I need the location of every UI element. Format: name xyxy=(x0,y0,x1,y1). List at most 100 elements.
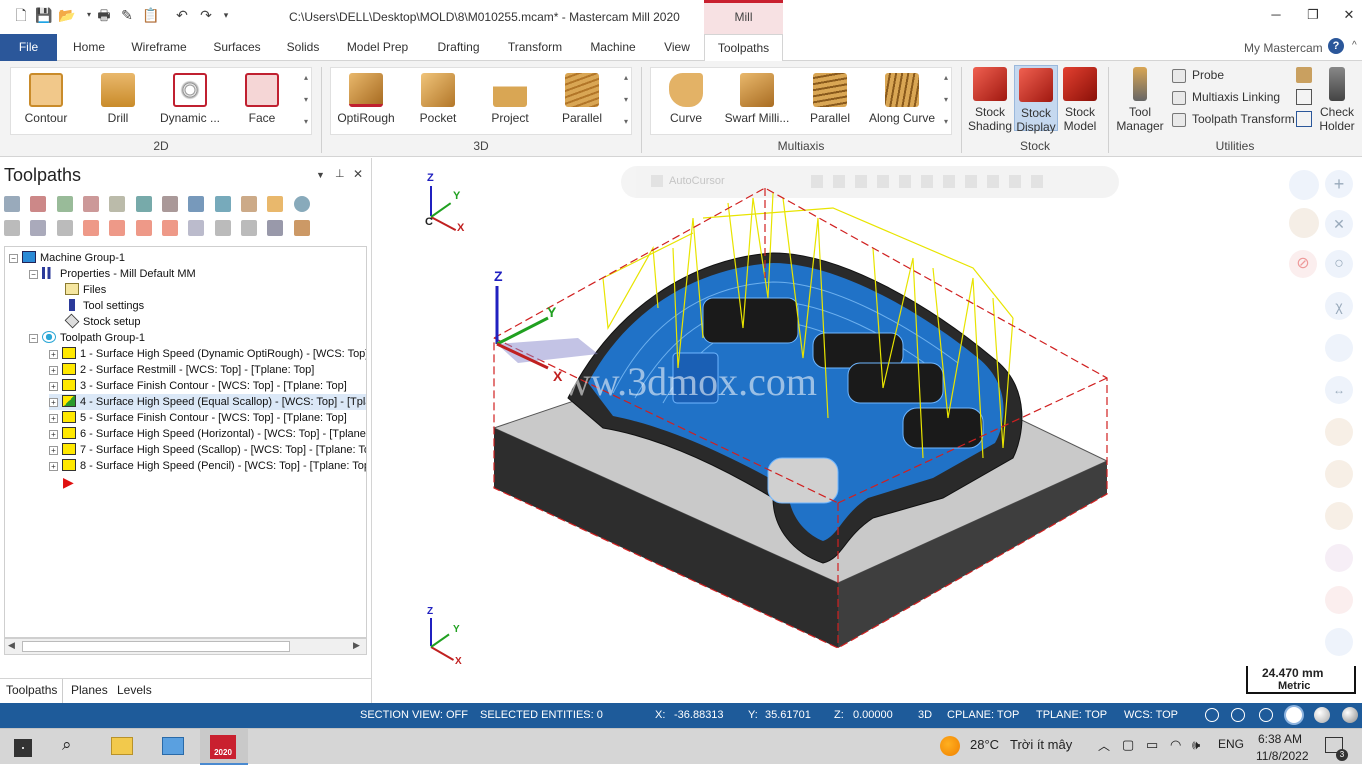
tab-surfaces[interactable]: Surfaces xyxy=(208,34,266,61)
stock-shading-button[interactable]: Stock Shading xyxy=(966,67,1014,133)
analyze-icon[interactable] xyxy=(1325,460,1353,488)
tab-toolpaths[interactable]: Toolpaths xyxy=(704,34,783,62)
clipboard-icon[interactable]: 📋 xyxy=(142,6,160,24)
swarf-milling-button[interactable]: Swarf Milli... xyxy=(722,73,792,125)
clock-date[interactable]: 11/8/2022 xyxy=(1256,749,1309,763)
tree-properties[interactable]: − Properties - Mill Default MM xyxy=(29,266,196,282)
tree-stock-setup[interactable]: Stock setup xyxy=(64,313,140,330)
tree-files[interactable]: Files xyxy=(65,282,106,298)
verify-icon[interactable] xyxy=(162,196,179,212)
backplot-icon[interactable] xyxy=(135,196,152,212)
pocket-button[interactable]: Pocket xyxy=(410,73,466,125)
probe-button[interactable]: Probe xyxy=(1172,65,1224,85)
tree-operation-2[interactable]: +2 - Surface Restmill - [WCS: Top] - [Tp… xyxy=(49,362,314,378)
start-windows-icon[interactable] xyxy=(14,739,32,757)
tab-transform[interactable]: Transform xyxy=(502,34,568,61)
deselect-icon[interactable] xyxy=(30,196,47,212)
file-explorer-icon[interactable] xyxy=(111,737,133,755)
copy-params-icon[interactable] xyxy=(214,220,231,236)
gallery-multiaxis-scroll[interactable]: ▴ ▾ ▾ xyxy=(940,67,952,135)
toolpath-options-icon[interactable] xyxy=(267,220,284,236)
tray-chevron-icon[interactable]: ︿ xyxy=(1098,737,1110,754)
move-up-icon[interactable] xyxy=(109,220,126,236)
my-mastercam-link[interactable]: My Mastercam xyxy=(1244,41,1323,55)
undo-icon[interactable]: ↶ xyxy=(173,6,191,24)
tray-device-icon[interactable]: ▢ xyxy=(1122,737,1134,753)
print-icon[interactable]: 🖶 xyxy=(95,6,113,24)
restore-icon[interactable]: ❐ xyxy=(1303,5,1323,25)
customize-quick-access-icon[interactable]: ▾ xyxy=(217,6,235,24)
remote-desktop-icon[interactable] xyxy=(162,737,184,755)
cplane-status[interactable]: CPLANE: TOP xyxy=(947,709,1019,721)
pin-icon[interactable]: ⊥ xyxy=(335,167,345,180)
tree-operation-3[interactable]: +3 - Surface Finish Contour - [WCS: Top]… xyxy=(49,378,347,394)
tab-machine[interactable]: Machine xyxy=(583,34,643,61)
close-panel-icon[interactable]: ✕ xyxy=(353,167,363,181)
no-entry-icon[interactable]: ⊘ xyxy=(1289,250,1317,278)
regenerate-icon[interactable] xyxy=(56,196,73,212)
move-down-icon[interactable] xyxy=(83,220,100,236)
volume-icon[interactable]: 🕪 xyxy=(1192,737,1200,753)
parallel-3d-button[interactable]: Parallel xyxy=(554,73,610,125)
tree-operation-7[interactable]: +7 - Surface High Speed (Scallop) - [WCS… xyxy=(49,442,366,458)
stock-display-button[interactable]: Stock Display xyxy=(1014,65,1058,134)
tree-operation-5[interactable]: +5 - Surface Finish Contour - [WCS: Top]… xyxy=(49,410,347,426)
minimize-icon[interactable]: ─ xyxy=(1266,5,1286,25)
insert-arrow-icon[interactable] xyxy=(135,220,152,236)
fit-icon[interactable]: ○ xyxy=(1325,250,1353,278)
check-holder-button[interactable]: Check Holder xyxy=(1316,67,1358,133)
wireframe-globe-icon[interactable] xyxy=(1231,708,1245,722)
open-folder-icon[interactable]: 📂 xyxy=(58,6,76,24)
utility-b-icon[interactable] xyxy=(1296,89,1312,105)
tree-operation-8[interactable]: +8 - Surface High Speed (Pencil) - [WCS:… xyxy=(49,458,366,474)
language-indicator[interactable]: ENG xyxy=(1218,737,1244,751)
z-coordinate[interactable]: 0.00000 xyxy=(853,709,893,721)
tab-toolpaths-panel[interactable]: Toolpaths xyxy=(6,683,57,697)
panel-menu-icon[interactable]: ▼ xyxy=(316,170,325,180)
face-button[interactable]: Face xyxy=(234,73,290,125)
tree-horizontal-scrollbar[interactable]: ◀ ▶ xyxy=(4,638,367,655)
shaded-globe-icon[interactable] xyxy=(1259,708,1273,722)
tree-toolpath-group[interactable]: − Toolpath Group-1 xyxy=(29,330,145,346)
scroll-to-icon[interactable] xyxy=(188,220,205,236)
shade-icon[interactable] xyxy=(1325,502,1353,530)
contour-button[interactable]: Contour xyxy=(18,73,74,125)
scrollbar-thumb[interactable] xyxy=(22,641,290,652)
tab-file[interactable]: File xyxy=(0,34,57,61)
rotate-icon[interactable]: χ xyxy=(1325,292,1353,320)
measure-icon[interactable] xyxy=(1325,418,1353,446)
translucent-sphere-icon[interactable] xyxy=(1342,707,1358,723)
weather-sun-icon[interactable] xyxy=(940,736,960,756)
tab-solids[interactable]: Solids xyxy=(282,34,324,61)
weather-temperature[interactable]: 28°C xyxy=(970,737,999,752)
lock-icon[interactable] xyxy=(4,220,20,236)
highfeed-icon[interactable] xyxy=(267,196,284,212)
tab-planes[interactable]: Planes xyxy=(71,683,108,697)
optirough-button[interactable]: OptiRough xyxy=(334,73,398,125)
globe-icon[interactable] xyxy=(1205,708,1219,722)
zoom-out-icon[interactable]: ✕ xyxy=(1325,210,1353,238)
tab-view[interactable]: View xyxy=(656,34,698,61)
tree-operation-1[interactable]: +1 - Surface High Speed (Dynamic OptiRou… xyxy=(49,346,366,362)
insert-arrow-marker-icon[interactable]: ▶ xyxy=(63,474,74,490)
toggle-icon[interactable] xyxy=(109,196,126,212)
zoom-in-icon[interactable]: + xyxy=(1325,170,1353,198)
mastercam-taskbar-button[interactable]: 2020 xyxy=(200,729,248,765)
tree-tool-settings[interactable]: Tool settings xyxy=(65,298,144,314)
tab-home[interactable]: Home xyxy=(66,34,112,61)
parallel-multiaxis-button[interactable]: Parallel xyxy=(802,73,858,125)
section-icon[interactable] xyxy=(1325,628,1353,656)
gallery-2d-scroll[interactable]: ▴ ▾ ▾ xyxy=(300,67,312,135)
sphere-icon[interactable] xyxy=(1314,707,1330,723)
wifi-icon[interactable]: ◠ xyxy=(1170,737,1181,753)
redo-icon[interactable]: ↷ xyxy=(197,6,215,24)
sphere-shaded-icon[interactable] xyxy=(1286,707,1302,723)
save-icon[interactable]: 💾 xyxy=(35,6,53,24)
close-icon[interactable]: ✕ xyxy=(1339,5,1359,25)
tool-manager-button[interactable]: Tool Manager xyxy=(1114,67,1166,133)
search-icon[interactable]: ⌕ xyxy=(62,735,72,755)
battery-icon[interactable]: ▭ xyxy=(1146,737,1158,753)
g1-icon[interactable] xyxy=(214,196,231,212)
tree-machine-group[interactable]: − Machine Group-1 xyxy=(9,250,125,266)
drill-button[interactable]: Drill xyxy=(90,73,146,125)
